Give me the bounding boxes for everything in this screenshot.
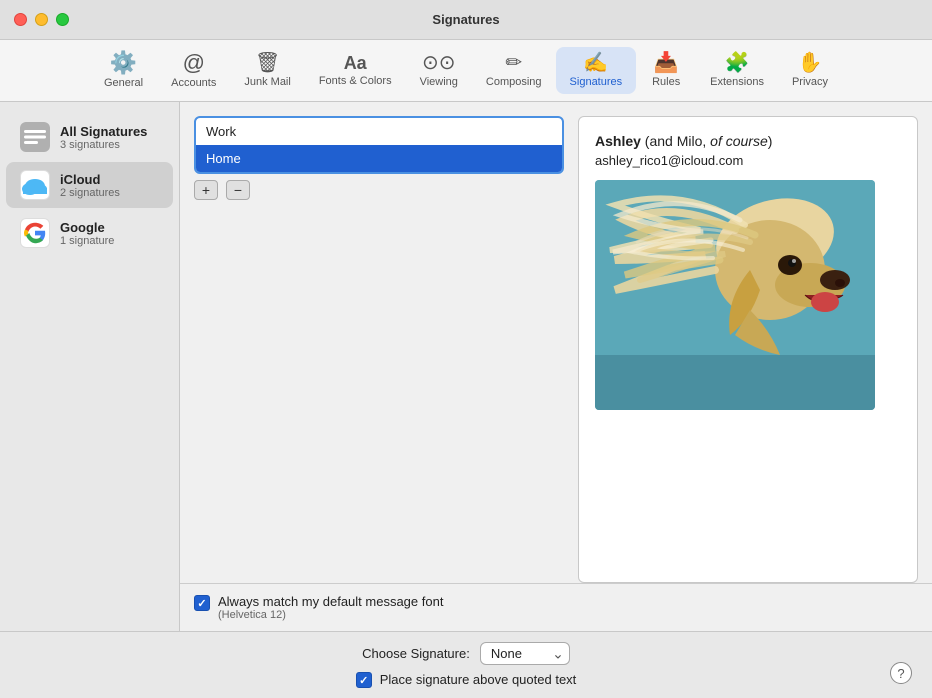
traffic-lights xyxy=(14,13,69,26)
toolbar-label-accounts: Accounts xyxy=(171,77,216,89)
sig-name-italic: of course xyxy=(710,133,768,149)
toolbar-item-composing[interactable]: ✏ Composing xyxy=(472,47,556,94)
toolbar-label-general: General xyxy=(104,77,143,89)
sig-item-home[interactable]: Home xyxy=(196,145,562,172)
toolbar-label-composing: Composing xyxy=(486,76,542,88)
content-area: Work Home + − Ashley (and Milo, of cours… xyxy=(180,102,932,631)
icloud-name: iCloud xyxy=(60,172,120,187)
sig-preview-name: Ashley (and Milo, of course) xyxy=(595,133,901,149)
place-sig-label: Place signature above quoted text xyxy=(380,672,577,687)
choose-sig-label-row: Choose Signature: None Work Home Random … xyxy=(362,642,570,665)
google-count: 1 signature xyxy=(60,235,114,247)
all-signatures-name: All Signatures xyxy=(60,124,147,139)
place-sig-checkbox[interactable] xyxy=(356,672,372,688)
bottom-bar: Choose Signature: None Work Home Random … xyxy=(0,631,932,698)
google-avatar xyxy=(20,218,50,248)
accounts-icon: @ xyxy=(183,52,205,74)
toolbar-label-fonts-colors: Fonts & Colors xyxy=(319,75,392,87)
font-match-row: Always match my default message font (He… xyxy=(180,583,932,631)
sig-preview-panel: Ashley (and Milo, of course) ashley_rico… xyxy=(578,116,918,583)
toolbar-item-extensions[interactable]: 🧩 Extensions xyxy=(696,47,778,94)
sig-list: Work Home xyxy=(196,118,562,172)
privacy-icon: ✋ xyxy=(798,53,823,73)
sidebar-item-icloud[interactable]: iCloud 2 signatures xyxy=(6,162,173,208)
add-signature-button[interactable]: + xyxy=(194,180,218,200)
sig-item-work-label: Work xyxy=(206,124,236,139)
composing-icon: ✏ xyxy=(505,53,522,73)
junk-mail-icon: 🗑 xyxy=(255,53,280,73)
toolbar-item-fonts-colors[interactable]: Aa Fonts & Colors xyxy=(305,48,406,93)
sig-item-work[interactable]: Work xyxy=(196,118,562,145)
all-signatures-text: All Signatures 3 signatures xyxy=(60,124,147,151)
rules-icon: 📥 xyxy=(654,53,679,73)
panels-row: Work Home + − Ashley (and Milo, of cours… xyxy=(180,102,932,583)
font-match-hint: (Helvetica 12) xyxy=(218,609,443,621)
font-match-checkbox[interactable] xyxy=(194,595,210,611)
sig-dog-image xyxy=(595,180,875,410)
toolbar-item-viewing[interactable]: ⊙⊙ Viewing xyxy=(406,47,472,94)
choose-sig-label: Choose Signature: xyxy=(362,646,470,661)
help-button[interactable]: ? xyxy=(890,662,912,684)
all-signatures-avatar xyxy=(20,122,50,152)
extensions-icon: 🧩 xyxy=(725,53,750,73)
sig-name-close: ) xyxy=(768,133,773,149)
toolbar-label-rules: Rules xyxy=(652,76,680,88)
remove-signature-button[interactable]: − xyxy=(226,180,250,200)
google-name: Google xyxy=(60,220,114,235)
icloud-text: iCloud 2 signatures xyxy=(60,172,120,199)
viewing-icon: ⊙⊙ xyxy=(422,53,456,73)
sig-name-bold: Ashley xyxy=(595,133,641,149)
google-text: Google 1 signature xyxy=(60,220,114,247)
main-content: All Signatures 3 signatures iCloud 2 sig… xyxy=(0,102,932,631)
choose-sig-select[interactable]: None Work Home Random xyxy=(480,642,570,665)
place-sig-row: Place signature above quoted text xyxy=(356,671,577,688)
close-button[interactable] xyxy=(14,13,27,26)
toolbar-label-signatures: Signatures xyxy=(570,76,623,88)
toolbar-item-signatures[interactable]: ✍ Signatures xyxy=(556,47,637,94)
title-bar: Signatures xyxy=(0,0,932,40)
toolbar-item-general[interactable]: ⚙️ General xyxy=(90,46,157,95)
toolbar-label-junk-mail: Junk Mail xyxy=(244,76,290,88)
icloud-count: 2 signatures xyxy=(60,187,120,199)
sidebar-item-google[interactable]: Google 1 signature xyxy=(6,210,173,256)
sig-preview-email: ashley_rico1@icloud.com xyxy=(595,153,901,168)
window-title: Signatures xyxy=(432,12,499,27)
toolbar-label-extensions: Extensions xyxy=(710,76,764,88)
zoom-button[interactable] xyxy=(56,13,69,26)
sig-list-panel: Work Home xyxy=(194,116,564,174)
toolbar-item-accounts[interactable]: @ Accounts xyxy=(157,46,230,95)
font-match-label: Always match my default message font xyxy=(218,594,443,609)
icloud-avatar xyxy=(20,170,50,200)
sig-list-container: Work Home + − xyxy=(194,116,564,583)
sig-list-controls: + − xyxy=(194,174,564,206)
sig-name-rest: (and Milo, xyxy=(641,133,710,149)
sidebar: All Signatures 3 signatures iCloud 2 sig… xyxy=(0,102,180,631)
sidebar-item-all-signatures[interactable]: All Signatures 3 signatures xyxy=(6,114,173,160)
choose-sig-row: Choose Signature: None Work Home Random … xyxy=(356,642,577,688)
toolbar: ⚙️ General @ Accounts 🗑 Junk Mail Aa Fon… xyxy=(0,40,932,102)
toolbar-label-privacy: Privacy xyxy=(792,76,828,88)
toolbar-item-rules[interactable]: 📥 Rules xyxy=(636,47,696,94)
minimize-button[interactable] xyxy=(35,13,48,26)
gear-icon: ⚙️ xyxy=(110,52,137,74)
all-signatures-count: 3 signatures xyxy=(60,139,147,151)
toolbar-item-junk-mail[interactable]: 🗑 Junk Mail xyxy=(230,47,304,94)
sig-item-home-label: Home xyxy=(206,151,241,166)
font-match-text: Always match my default message font (He… xyxy=(218,594,443,621)
toolbar-label-viewing: Viewing xyxy=(420,76,458,88)
choose-sig-select-wrapper: None Work Home Random ⌄ xyxy=(480,642,570,665)
toolbar-item-privacy[interactable]: ✋ Privacy xyxy=(778,47,842,94)
fonts-icon: Aa xyxy=(344,54,367,72)
signatures-icon: ✍ xyxy=(583,53,608,73)
